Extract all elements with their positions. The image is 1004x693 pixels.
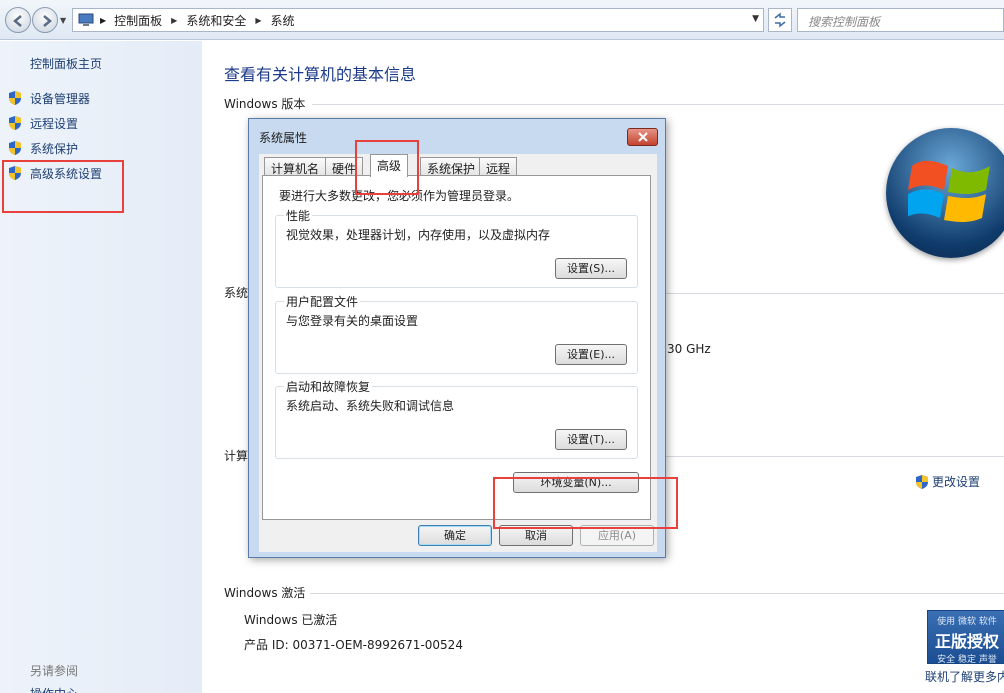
back-button[interactable] <box>5 7 31 33</box>
windows-flag-icon <box>908 160 990 222</box>
admin-note: 要进行大多数更改，您必须作为管理员登录。 <box>279 189 520 203</box>
performance-settings-button[interactable]: 设置(S)... <box>555 258 627 279</box>
breadcrumb-arrow-icon: ▶ <box>171 15 178 25</box>
ok-button[interactable]: 确定 <box>418 525 492 546</box>
tab-system-protection[interactable]: 系统保护 <box>420 157 483 176</box>
cpu-speed-value: 30 GHz <box>667 342 711 356</box>
apply-button[interactable]: 应用(A) <box>580 525 654 546</box>
sidebar-item-system-protection[interactable]: 系统保护 <box>8 138 78 158</box>
address-dropdown-icon[interactable]: ▼ <box>752 14 759 24</box>
recent-pages-dropdown-icon[interactable]: ▼ <box>60 16 66 25</box>
badge-top-text: 使用 微软 软件 <box>937 617 997 627</box>
address-toolbar: ▼ ▶ 控制面板 ▶ 系统和安全 ▶ 系统 ▼ 搜索控制面板 <box>0 0 1004 40</box>
sidebar-item-label: 系统保护 <box>30 141 79 156</box>
advanced-tab-panel: 要进行大多数更改，您必须作为管理员登录。 性能 视觉效果，处理器计划，内存使用，… <box>262 175 651 520</box>
section-divider <box>312 104 1004 105</box>
change-settings-link[interactable]: 更改设置 <box>915 473 980 490</box>
cancel-button[interactable]: 取消 <box>499 525 573 546</box>
startup-recovery-settings-button[interactable]: 设置(T)... <box>555 429 627 450</box>
tab-hardware[interactable]: 硬件 <box>325 157 364 176</box>
control-panel-home-link[interactable]: 控制面板主页 <box>30 55 102 72</box>
performance-group: 性能 视觉效果，处理器计划，内存使用，以及虚拟内存 设置(S)... <box>275 207 638 288</box>
windows-edition-heading: Windows 版本 <box>224 97 306 111</box>
product-id: 产品 ID: 00371-OEM-8992671-00524 <box>244 638 463 652</box>
group-title: 启动和故障恢复 <box>284 378 373 395</box>
system-heading: 系统 <box>224 286 249 300</box>
action-center-link[interactable]: 操作中心 <box>30 685 78 693</box>
close-button[interactable] <box>627 128 658 146</box>
activation-status: Windows 已激活 <box>244 613 338 627</box>
search-input[interactable]: 搜索控制面板 <box>797 8 1004 32</box>
computer-name-heading: 计算 <box>224 449 249 463</box>
page-title: 查看有关计算机的基本信息 <box>224 65 417 84</box>
group-description: 与您登录有关的桌面设置 <box>286 314 419 328</box>
refresh-icon <box>774 12 786 28</box>
windows-logo <box>886 128 1004 258</box>
sidebar-item-advanced-system-settings[interactable]: 高级系统设置 <box>8 163 102 183</box>
breadcrumb-system-security[interactable]: 系统和安全 <box>186 12 246 29</box>
left-navigation-pane: 控制面板主页 设备管理器 远程设置 系统保护 高级系统设置 另请参阅 操作中心 <box>0 41 202 693</box>
forward-button[interactable] <box>32 7 58 33</box>
shield-icon <box>9 166 21 180</box>
sidebar-item-label: 设备管理器 <box>30 91 91 106</box>
breadcrumb: 控制面板 ▶ 系统和安全 ▶ 系统 <box>114 12 294 29</box>
dialog-title: 系统属性 <box>259 131 308 145</box>
section-divider <box>666 456 1004 457</box>
system-properties-dialog: 系统属性 计算机名 硬件 高级 系统保护 远程 要进行大多数更改，您必须作为管理… <box>248 118 666 558</box>
forward-arrow-icon <box>43 15 52 27</box>
breadcrumb-control-panel[interactable]: 控制面板 <box>114 12 162 29</box>
address-bar[interactable]: ▶ 控制面板 ▶ 系统和安全 ▶ 系统 ▼ <box>72 8 764 32</box>
startup-recovery-group: 启动和故障恢复 系统启动、系统失败和调试信息 设置(T)... <box>275 378 638 459</box>
sidebar-item-label: 远程设置 <box>30 116 79 131</box>
group-description: 视觉效果，处理器计划，内存使用，以及虚拟内存 <box>286 228 551 242</box>
dialog-body: 计算机名 硬件 高级 系统保护 远程 要进行大多数更改，您必须作为管理员登录。 … <box>259 154 657 552</box>
change-settings-label: 更改设置 <box>932 475 981 489</box>
sidebar-item-label: 高级系统设置 <box>30 166 103 181</box>
section-divider <box>666 293 1004 294</box>
group-title: 用户配置文件 <box>284 293 361 310</box>
environment-variables-button[interactable]: 环境变量(N)... <box>513 472 639 493</box>
section-divider <box>310 593 1004 594</box>
back-arrow-icon <box>13 15 22 27</box>
group-title: 性能 <box>284 207 313 224</box>
group-description: 系统启动、系统失败和调试信息 <box>286 399 455 413</box>
see-also-heading: 另请参阅 <box>30 664 79 678</box>
badge-bottom-text: 安全 稳定 声誉 <box>937 655 997 665</box>
user-profiles-group: 用户配置文件 与您登录有关的桌面设置 设置(E)... <box>275 293 638 374</box>
close-icon <box>638 132 648 142</box>
sidebar-item-remote-settings[interactable]: 远程设置 <box>8 113 78 133</box>
learn-more-link[interactable]: 联机了解更多内容... <box>925 668 1004 685</box>
breadcrumb-system[interactable]: 系统 <box>271 12 295 29</box>
breadcrumb-arrow-icon: ▶ <box>255 15 262 25</box>
computer-icon <box>78 13 94 26</box>
breadcrumb-arrow-icon: ▶ <box>100 15 107 25</box>
user-profiles-settings-button[interactable]: 设置(E)... <box>555 344 627 365</box>
activation-heading: Windows 激活 <box>224 586 306 600</box>
tab-advanced[interactable]: 高级 <box>370 154 409 177</box>
shield-icon <box>9 116 21 130</box>
sidebar-item-device-manager[interactable]: 设备管理器 <box>8 88 90 108</box>
shield-icon <box>9 91 21 105</box>
genuine-software-badge[interactable]: 使用 微软 软件 正版授权 安全 稳定 声誉 <box>927 610 1004 665</box>
refresh-button[interactable] <box>768 8 792 32</box>
shield-icon <box>9 141 21 155</box>
badge-main-text: 正版授权 <box>934 632 999 651</box>
tab-computer-name[interactable]: 计算机名 <box>264 157 327 176</box>
tab-remote[interactable]: 远程 <box>479 157 518 176</box>
shield-icon <box>916 474 928 489</box>
